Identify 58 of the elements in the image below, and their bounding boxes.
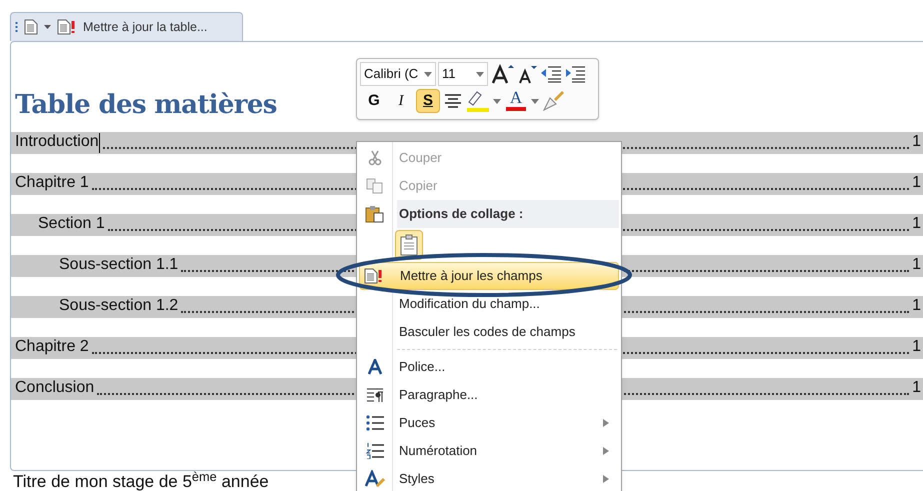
clipboard-icon <box>400 234 418 256</box>
copy-icon <box>366 178 384 194</box>
content-control-tab[interactable]: Mettre à jour la table... <box>10 12 243 41</box>
center-align-icon[interactable] <box>443 92 463 110</box>
numbered-list-icon <box>366 443 384 459</box>
update-table-icon <box>57 19 77 35</box>
menu-item[interactable]: Paragraphe... <box>359 381 619 409</box>
clipboard-icon <box>365 205 385 223</box>
dropdown-caret-icon <box>44 25 51 29</box>
menu-item[interactable]: Numérotation <box>359 437 619 465</box>
shrink-font-icon[interactable] <box>516 63 538 85</box>
page-number: 1 <box>912 214 922 234</box>
toc-entry[interactable]: Chapitre 2 <box>15 335 89 359</box>
body-text: Titre de mon stage de 5$^{ème}$ année <box>13 473 269 490</box>
increase-indent-icon[interactable] <box>564 64 586 84</box>
strikethrough-button[interactable]: S <box>416 89 440 113</box>
menu-item[interactable]: Mettre à jour les champs <box>359 262 619 290</box>
format-painter-icon[interactable] <box>542 90 564 112</box>
menu-item[interactable]: Basculer les codes de champs <box>359 318 619 346</box>
page-number: 1 <box>912 132 922 152</box>
page-number: 1 <box>912 173 922 193</box>
toc-entry[interactable]: Introduction <box>15 130 99 154</box>
menu-item[interactable]: Police... <box>359 353 619 381</box>
menu-item[interactable]: Puces <box>359 409 619 437</box>
tab-label: Mettre à jour la table... <box>83 18 208 36</box>
update-fields-icon <box>364 268 384 284</box>
menu-item[interactable]: Styles <box>359 465 619 491</box>
page-number: 1 <box>912 378 922 398</box>
toc-entry[interactable]: Conclusion <box>15 376 94 400</box>
menu-item[interactable]: Modification du champ... <box>359 290 619 318</box>
bold-button[interactable]: G <box>362 89 386 113</box>
dropdown-caret-icon[interactable] <box>493 98 501 104</box>
menu-section-header: Options de collage : <box>397 200 619 228</box>
font-color-button[interactable]: A <box>504 89 528 113</box>
letter-a-icon <box>368 359 382 375</box>
italic-button[interactable]: I <box>389 89 413 113</box>
dropdown-caret-icon <box>424 72 432 76</box>
grow-font-icon[interactable] <box>490 63 514 85</box>
toc-heading: Table des matières <box>15 92 277 122</box>
scissors-icon <box>368 150 382 166</box>
highlighter-icon[interactable] <box>466 90 490 112</box>
bullets-icon <box>366 415 384 431</box>
page-number: 1 <box>912 255 922 275</box>
font-name-combo[interactable]: Calibri (C <box>360 62 436 86</box>
font-size-combo[interactable]: 11 <box>438 62 488 86</box>
page-number: 1 <box>912 337 922 357</box>
toc-entry[interactable]: Sous-section 1.2 <box>59 294 178 318</box>
page-number: 1 <box>912 296 922 316</box>
toc-entry[interactable]: Section 1 <box>38 212 105 236</box>
toc-entry[interactable]: Chapitre 1 <box>15 171 89 195</box>
paragraph-icon <box>366 387 384 403</box>
dropdown-caret-icon <box>476 72 484 76</box>
document-icon <box>24 19 38 35</box>
drag-handle-icon <box>15 21 18 33</box>
styles-icon <box>365 470 385 488</box>
decrease-indent-icon[interactable] <box>540 64 562 84</box>
dropdown-caret-icon[interactable] <box>531 98 539 104</box>
toc-entry[interactable]: Sous-section 1.1 <box>59 253 178 277</box>
